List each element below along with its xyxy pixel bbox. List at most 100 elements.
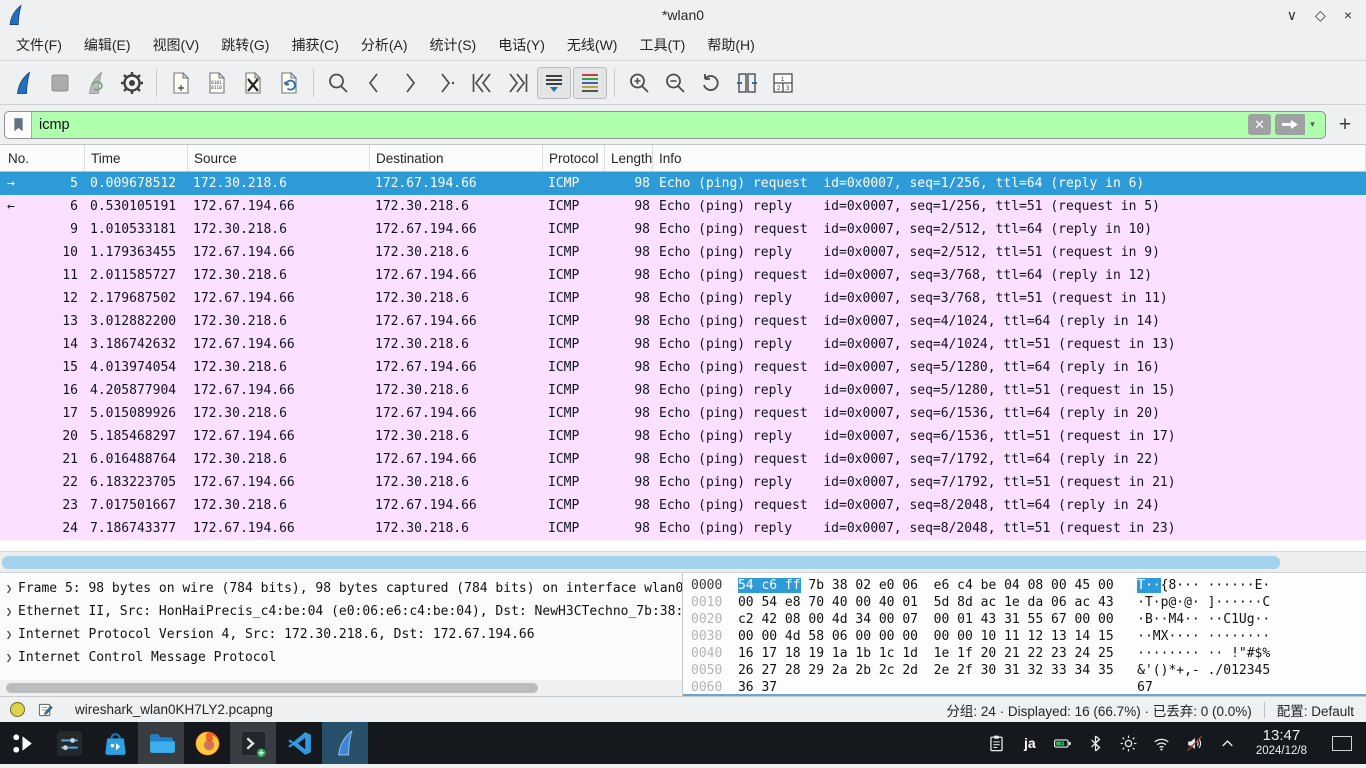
app-launcher-icon[interactable] — [0, 722, 46, 764]
start-capture-icon[interactable] — [7, 67, 41, 99]
packet-list-hscrollbar[interactable] — [0, 551, 1366, 572]
stop-capture-icon[interactable] — [43, 67, 77, 99]
packet-row[interactable]: 6←0.530105191172.67.194.66172.30.218.6IC… — [0, 195, 1366, 218]
packet-row[interactable]: 143.186742632172.67.194.66172.30.218.6IC… — [0, 333, 1366, 356]
menu-statistics[interactable]: 统计(S) — [420, 31, 487, 59]
hex-row[interactable]: 0050 26 27 28 29 2a 2b 2c 2d 2e 2f 30 31… — [691, 662, 1366, 679]
packet-row[interactable]: 122.179687502172.67.194.66172.30.218.6IC… — [0, 287, 1366, 310]
packet-list-hscrollbar-thumb[interactable] — [2, 556, 1280, 569]
restart-capture-icon[interactable] — [79, 67, 113, 99]
filter-clear-icon[interactable]: ✕ — [1248, 114, 1271, 135]
packet-row[interactable]: 101.179363455172.67.194.66172.30.218.6IC… — [0, 241, 1366, 264]
colorize-icon[interactable] — [573, 67, 607, 99]
filter-add-button[interactable]: + — [1332, 113, 1358, 137]
capture-options-icon[interactable] — [115, 67, 149, 99]
details-hscrollbar[interactable] — [0, 680, 682, 696]
hex-row[interactable]: 0060 36 37 67 — [691, 679, 1366, 696]
packet-row[interactable]: 112.011585727172.30.218.6172.67.194.66IC… — [0, 264, 1366, 287]
menu-help[interactable]: 帮助(H) — [697, 31, 764, 59]
details-hscrollbar-thumb[interactable] — [6, 683, 538, 693]
taskbar-clock[interactable]: 13:472024/12/8 — [1248, 728, 1315, 757]
go-back-icon[interactable] — [357, 67, 391, 99]
open-file-icon[interactable] — [164, 67, 198, 99]
clipboard-icon[interactable] — [984, 730, 1010, 756]
zoom-reset-icon[interactable] — [694, 67, 728, 99]
find-packet-icon[interactable] — [321, 67, 355, 99]
menu-analyze[interactable]: 分析(A) — [351, 31, 418, 59]
hex-row[interactable]: 0000 54 c6 ff 7b 38 02 e0 06 e6 c4 be 04… — [691, 577, 1366, 594]
packet-row[interactable]: 205.185468297172.67.194.66172.30.218.6IC… — [0, 425, 1366, 448]
packet-row[interactable]: 91.010533181172.30.218.6172.67.194.66ICM… — [0, 218, 1366, 241]
auto-scroll-icon[interactable] — [537, 67, 571, 99]
column-header-col-info[interactable]: Info — [653, 145, 1366, 171]
go-to-packet-icon[interactable] — [429, 67, 463, 99]
expert-info-icon[interactable] — [10, 702, 25, 717]
packet-row[interactable]: 133.012882200172.30.218.6172.67.194.66IC… — [0, 310, 1366, 333]
minimize-button[interactable]: ∨ — [1287, 8, 1297, 22]
expand-caret-icon[interactable]: ❯ — [0, 646, 18, 669]
filter-text[interactable]: icmp — [32, 117, 1248, 133]
menu-capture[interactable]: 捕获(C) — [281, 31, 348, 59]
profile-selector[interactable]: 配置: Default — [1265, 700, 1366, 720]
save-file-icon[interactable]: 01010110 — [200, 67, 234, 99]
layout-columns-icon[interactable]: 123 — [766, 67, 800, 99]
show-desktop-button[interactable] — [1332, 736, 1352, 751]
input-method-ja[interactable]: ja — [1017, 730, 1043, 756]
close-file-icon[interactable] — [236, 67, 270, 99]
packet-row[interactable]: 5→0.009678512172.30.218.6172.67.194.66IC… — [0, 172, 1366, 195]
brightness-icon[interactable] — [1116, 730, 1142, 756]
hex-row[interactable]: 0020 c2 42 08 00 4d 34 00 07 00 01 43 31… — [691, 611, 1366, 628]
packet-row[interactable]: 154.013974054172.30.218.6172.67.194.66IC… — [0, 356, 1366, 379]
detail-tree-row[interactable]: ❯Frame 5: 98 bytes on wire (784 bits), 9… — [0, 577, 682, 600]
battery-icon[interactable] — [1050, 730, 1076, 756]
menu-tools[interactable]: 工具(T) — [629, 31, 695, 59]
column-header-col-time[interactable]: Time — [85, 145, 188, 171]
menu-go[interactable]: 跳转(G) — [211, 31, 279, 59]
packet-row[interactable]: 216.016488764172.30.218.6172.67.194.66IC… — [0, 448, 1366, 471]
menu-file[interactable]: 文件(F) — [6, 31, 72, 59]
menu-telephony[interactable]: 电话(Y) — [488, 31, 555, 59]
hex-row[interactable]: 0030 00 00 4d 58 06 00 00 00 00 00 10 11… — [691, 628, 1366, 645]
close-button[interactable]: × — [1344, 8, 1352, 22]
detail-tree-row[interactable]: ❯Internet Protocol Version 4, Src: 172.3… — [0, 623, 682, 646]
packet-row[interactable]: 237.017501667172.30.218.6172.67.194.66IC… — [0, 494, 1366, 517]
packet-row[interactable]: 226.183223705172.67.194.66172.30.218.6IC… — [0, 471, 1366, 494]
maximize-button[interactable]: ◇ — [1315, 8, 1326, 22]
resize-columns-icon[interactable] — [730, 67, 764, 99]
tray-expand-icon[interactable] — [1215, 730, 1241, 756]
menu-edit[interactable]: 编辑(E) — [74, 31, 141, 59]
discover-icon[interactable] — [92, 722, 138, 764]
file-manager-icon[interactable] — [138, 722, 184, 764]
detail-tree-row[interactable]: ❯Ethernet II, Src: HonHaiPrecis_c4:be:04… — [0, 600, 682, 623]
column-header-col-protocol[interactable]: Protocol — [543, 145, 605, 171]
capture-comment-icon[interactable] — [37, 702, 53, 718]
menu-view[interactable]: 视图(V) — [143, 31, 210, 59]
filter-apply-icon[interactable] — [1275, 114, 1305, 135]
packet-row[interactable]: 175.015089926172.30.218.6172.67.194.66IC… — [0, 402, 1366, 425]
zoom-in-icon[interactable] — [622, 67, 656, 99]
filter-bookmark-icon[interactable] — [5, 112, 32, 138]
hex-row[interactable]: 0010 00 54 e8 70 40 00 40 01 5d 8d ac 1e… — [691, 594, 1366, 611]
menu-wireless[interactable]: 无线(W) — [557, 31, 628, 59]
expand-caret-icon[interactable]: ❯ — [0, 623, 18, 646]
terminal-icon[interactable] — [230, 722, 276, 764]
volume-muted-icon[interactable] — [1182, 730, 1208, 756]
first-packet-icon[interactable] — [465, 67, 499, 99]
reload-file-icon[interactable] — [272, 67, 306, 99]
hex-row[interactable]: 0040 16 17 18 19 1a 1b 1c 1d 1e 1f 20 21… — [691, 645, 1366, 662]
settings-icon[interactable] — [46, 722, 92, 764]
zoom-out-icon[interactable] — [658, 67, 692, 99]
display-filter-input[interactable]: icmp ✕ ▾ — [4, 111, 1326, 139]
bluetooth-icon[interactable] — [1083, 730, 1109, 756]
expand-caret-icon[interactable]: ❯ — [0, 577, 18, 600]
column-header-col-source[interactable]: Source — [188, 145, 370, 171]
column-header-col-length[interactable]: Length — [605, 145, 653, 171]
packet-row[interactable]: 164.205877904172.67.194.66172.30.218.6IC… — [0, 379, 1366, 402]
wireshark-icon[interactable] — [322, 722, 368, 764]
filter-dropdown-caret-icon[interactable]: ▾ — [1305, 114, 1320, 135]
expand-caret-icon[interactable]: ❯ — [0, 600, 18, 623]
firefox-icon[interactable] — [184, 722, 230, 764]
go-forward-icon[interactable] — [393, 67, 427, 99]
vscode-icon[interactable] — [276, 722, 322, 764]
wifi-icon[interactable] — [1149, 730, 1175, 756]
